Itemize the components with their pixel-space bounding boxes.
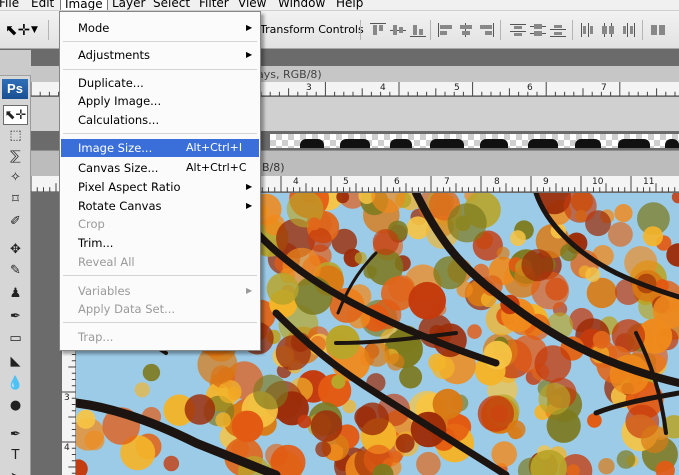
brush-tool-icon[interactable]: ✎ [3, 261, 28, 281]
menu-item-trim[interactable]: Trim... [61, 234, 259, 252]
menu-item-duplicate[interactable]: Duplicate... [61, 74, 259, 92]
align-right-edges-icon[interactable] [478, 23, 494, 37]
photoshop-logo: Ps [2, 79, 28, 99]
ruler-number: 10 [592, 177, 604, 187]
ruler-number: 8 [494, 177, 500, 187]
menu-item-variables: Variables ▶ [78, 284, 253, 298]
tools-panel: Ps ⬉✛ ⬚ ⅀ ✧ ⌑ ✐ ✥ ✎ ♟ ✒ ▭ ◣ 💧 ● ✒ T ➤ [0, 50, 31, 475]
crop-tool-icon[interactable]: ⌑ [3, 190, 28, 210]
dodge-tool-icon[interactable]: ● [3, 396, 28, 416]
ruler-number: 5 [343, 177, 349, 187]
align-top-edges-icon[interactable] [370, 23, 386, 37]
menu-separator [63, 41, 257, 42]
distribute-top-edges-icon[interactable] [510, 23, 526, 37]
image-menu-dropdown: Mode ▶ Adjustments ▶ Duplicate... Apply … [59, 11, 261, 351]
submenu-arrow-icon: ▶ [246, 286, 253, 295]
menu-window[interactable]: Window [274, 0, 329, 10]
menu-layer[interactable]: Layer [108, 0, 149, 10]
menu-item-image-size[interactable]: Image Size... Alt+Ctrl+I [61, 139, 259, 157]
distribute-right-edges-icon[interactable] [620, 23, 636, 37]
align-horizontal-centers-icon[interactable] [458, 23, 474, 37]
menu-item-trap: Trap... [78, 330, 114, 344]
distribute-bottom-edges-icon[interactable] [550, 23, 566, 37]
ruler-number: 3 [64, 393, 70, 403]
menu-item-adjustments[interactable]: Adjustments ▶ [61, 46, 259, 64]
menu-help[interactable]: Help [332, 0, 367, 10]
menu-item-apply-image[interactable]: Apply Image... [61, 92, 259, 110]
pen-tool-icon[interactable]: ✒ [3, 425, 28, 445]
ruler-number: 11 [643, 177, 655, 187]
distribute-left-edges-icon[interactable] [580, 23, 596, 37]
type-tool-icon[interactable]: T [3, 446, 28, 466]
paint-bucket-tool-icon[interactable]: ◣ [3, 352, 28, 372]
menu-item-canvas-size[interactable]: Canvas Size... Alt+Ctrl+C [61, 159, 259, 177]
blur-tool-icon[interactable]: 💧 [3, 374, 28, 394]
transparent-text-layer [270, 134, 679, 148]
rectangular-marquee-tool-icon[interactable]: ⬚ [3, 126, 28, 146]
submenu-arrow-icon: ▶ [246, 182, 253, 191]
distribute-horizontal-centers-icon[interactable] [600, 23, 616, 37]
align-vertical-centers-icon[interactable] [390, 23, 406, 37]
separator [500, 20, 501, 40]
path-selection-tool-icon[interactable]: ➤ [3, 468, 28, 475]
submenu-arrow-icon: ▶ [246, 201, 253, 210]
menu-edit[interactable]: Edit [27, 0, 58, 10]
history-brush-tool-icon[interactable]: ✒ [3, 307, 28, 327]
move-tool-icon: ⬉✛ [5, 21, 31, 39]
quick-selection-tool-icon[interactable]: ✧ [3, 168, 28, 188]
document-title: B/8) [262, 161, 285, 174]
menu-separator [63, 275, 257, 276]
menu-item-apply-data-set: Apply Data Set... [78, 302, 176, 316]
auto-align-layers-icon[interactable] [650, 23, 666, 37]
menu-separator [63, 322, 257, 323]
submenu-arrow-icon: ▶ [246, 23, 253, 32]
menu-item-rotate-canvas[interactable]: Rotate Canvas ▶ [61, 197, 259, 215]
menu-image[interactable]: Image [60, 0, 108, 10]
spot-healing-brush-icon[interactable]: ✥ [3, 240, 28, 260]
menu-item-reveal-all: Reveal All [78, 255, 135, 269]
menu-bar: File Edit Image Layer Select Filter View… [0, 0, 679, 11]
eyedropper-tool-icon[interactable]: ✐ [3, 212, 28, 232]
distribute-vertical-centers-icon[interactable] [530, 23, 546, 37]
submenu-arrow-icon: ▶ [246, 50, 253, 59]
separator [48, 20, 49, 40]
menu-separator [63, 69, 257, 70]
shortcut-label: Alt+Ctrl+C [186, 161, 247, 174]
chevron-down-icon: ▼ [31, 25, 38, 35]
menu-filter[interactable]: Filter [195, 0, 233, 10]
ruler-number: 6 [527, 83, 533, 93]
ruler-number: 4 [293, 177, 299, 187]
ruler-number: 4 [380, 83, 386, 93]
separator [572, 20, 573, 40]
tool-preset-picker[interactable]: ⬉✛ ▼ [5, 19, 41, 41]
eraser-tool-icon[interactable]: ▭ [3, 329, 28, 349]
menu-file[interactable]: File [0, 0, 23, 10]
shortcut-label: Alt+Ctrl+I [186, 141, 243, 154]
menu-item-pixel-aspect-ratio[interactable]: Pixel Aspect Ratio ▶ [61, 178, 259, 196]
tools-panel-grip[interactable] [0, 50, 31, 76]
align-left-edges-icon[interactable] [438, 23, 454, 37]
ruler-number: 5 [454, 83, 460, 93]
ruler-number: 3 [306, 83, 312, 93]
align-bottom-edges-icon[interactable] [410, 23, 426, 37]
document-title: ays, RGB/8) [257, 68, 322, 81]
lasso-tool-icon[interactable]: ⅀ [3, 147, 28, 167]
ruler-number: 7 [601, 83, 607, 93]
menu-item-crop: Crop [78, 217, 105, 231]
ruler-number: 4 [64, 443, 70, 453]
clone-stamp-tool-icon[interactable]: ♟ [3, 284, 28, 304]
menu-select[interactable]: Select [149, 0, 194, 10]
ruler-number: 6 [394, 177, 400, 187]
ruler-number: 9 [543, 177, 549, 187]
separator [642, 20, 643, 40]
menu-view[interactable]: View [234, 0, 270, 10]
menu-separator [63, 133, 257, 134]
show-transform-controls-label[interactable]: Transform Controls [260, 23, 364, 36]
move-tool-icon[interactable]: ⬉✛ [3, 105, 28, 125]
menu-item-mode[interactable]: Mode ▶ [61, 19, 259, 37]
separator [430, 20, 431, 40]
menu-item-calculations[interactable]: Calculations... [61, 111, 259, 129]
ruler-number: 7 [444, 177, 450, 187]
separator [360, 20, 361, 40]
